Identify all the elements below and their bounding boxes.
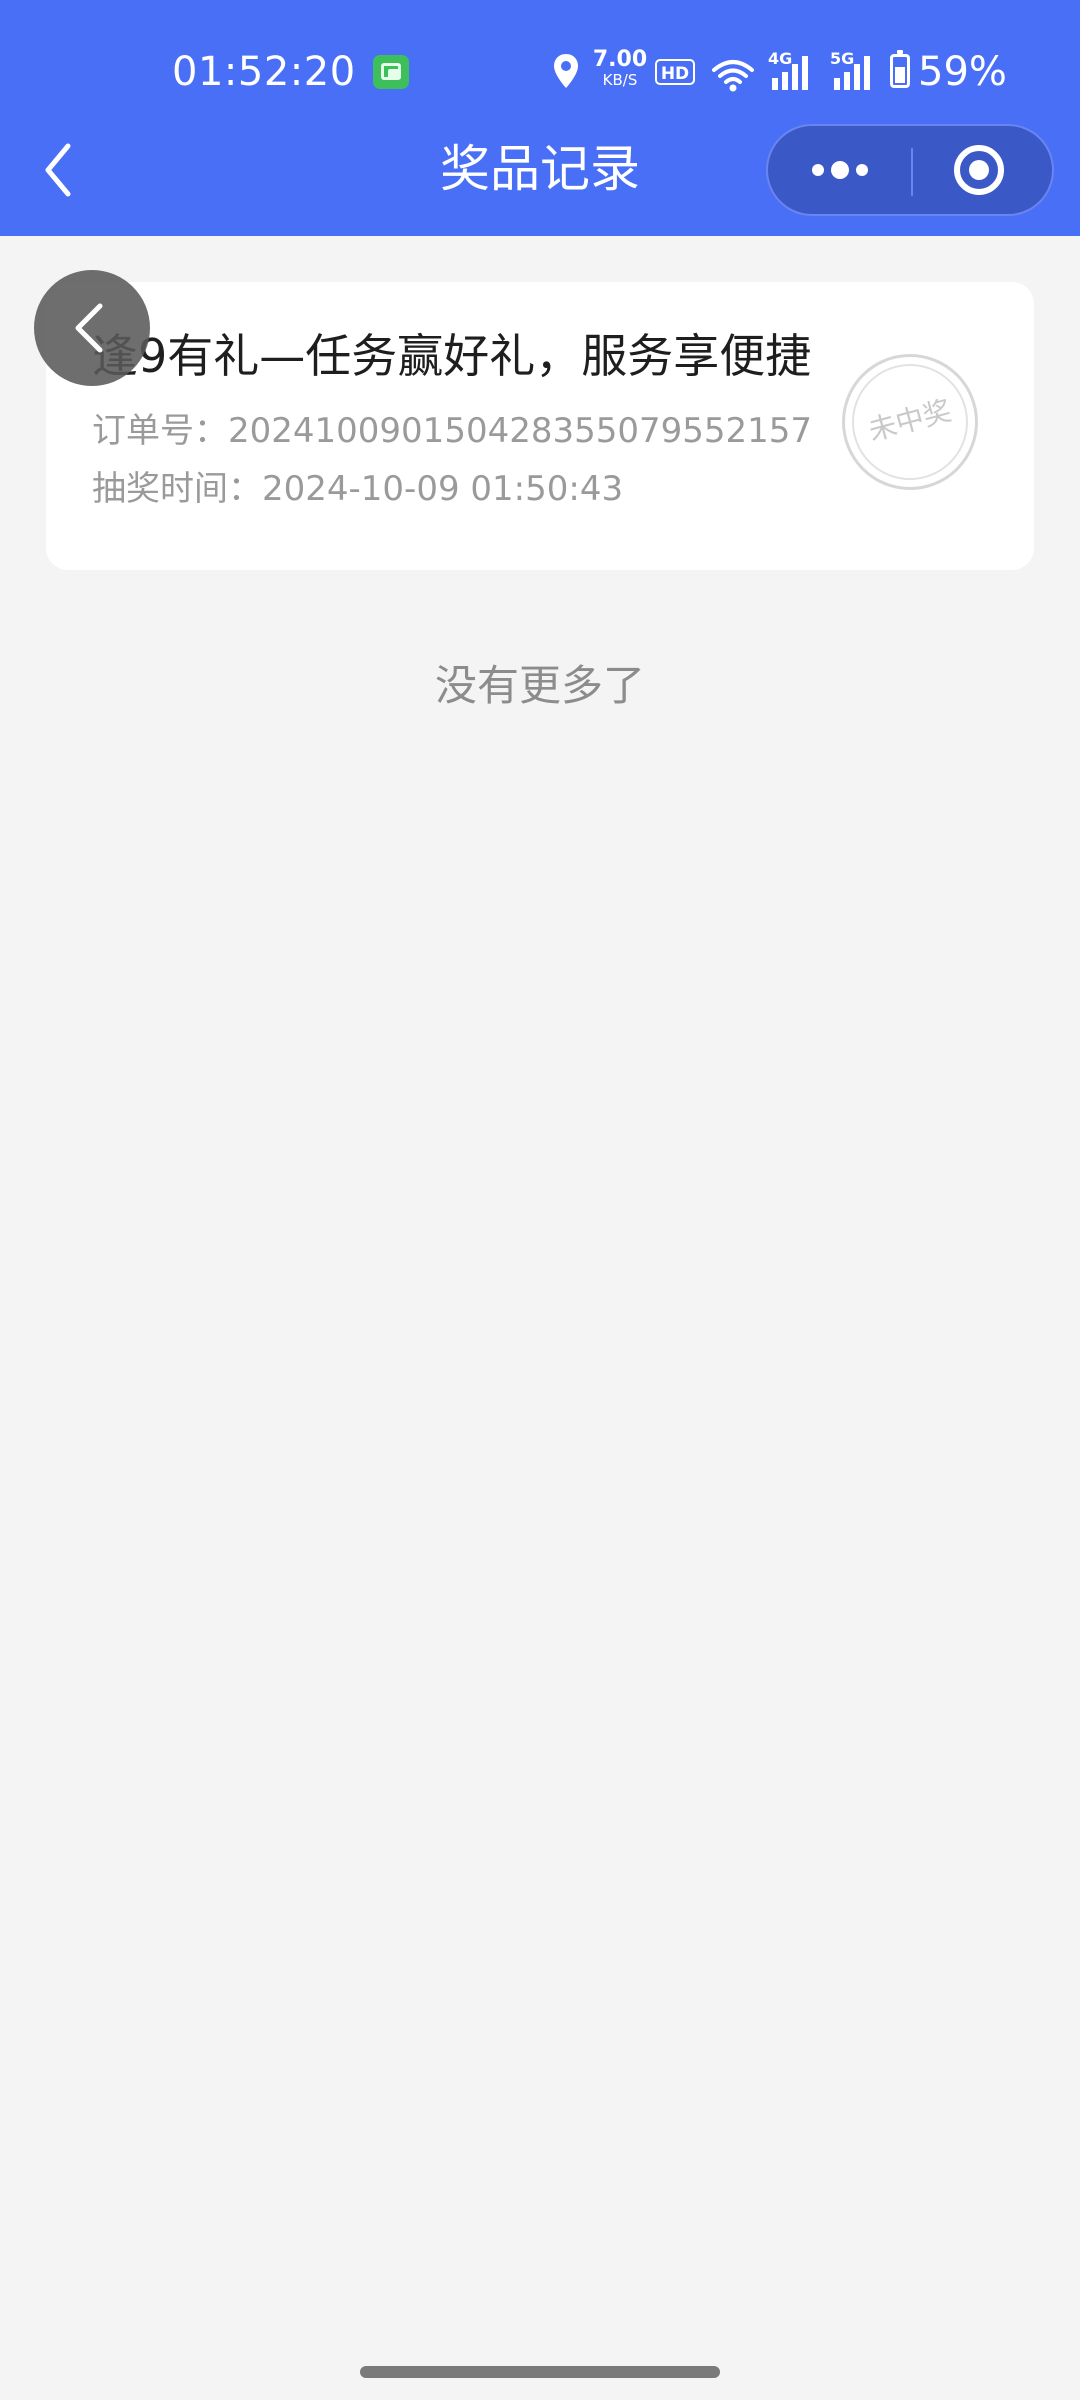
page-title: 奖品记录	[440, 140, 640, 198]
record-title: 逢9有礼—任务赢好礼，服务享便捷	[92, 329, 812, 383]
draw-time-value: 2024-10-09 01:50:43	[262, 469, 624, 509]
network-speed-unit: KB/S	[602, 71, 638, 89]
chevron-left-icon	[75, 303, 103, 353]
status-time: 01:52:20	[172, 49, 356, 95]
more-dots-icon	[812, 161, 868, 179]
no-more-text: 没有更多了	[434, 661, 645, 710]
not-won-stamp: 未中奖	[842, 354, 978, 490]
target-close-icon	[954, 145, 1004, 195]
floating-back-button[interactable]	[34, 270, 150, 386]
signal-4g-icon: 4G	[768, 49, 808, 90]
signal-4g-label: 4G	[768, 49, 792, 68]
battery-percent: 59%	[918, 49, 1007, 95]
location-icon	[554, 54, 578, 88]
chevron-left-icon	[45, 143, 71, 197]
back-button[interactable]	[36, 136, 84, 204]
network-speed-value: 7.00	[592, 47, 648, 72]
hd-voice-badge: HD	[655, 59, 695, 85]
app-header: 01:52:20 7.00 KB/S HD 4G 5G 59% 奖品记录	[0, 0, 1080, 236]
draw-time-label: 抽奖时间：	[92, 469, 262, 509]
network-speed: 7.00 KB/S	[592, 47, 648, 90]
miniprogram-capsule	[766, 124, 1054, 216]
message-notification-icon	[373, 55, 409, 89]
order-number-value: 202410090150428355079552157	[228, 411, 813, 451]
order-number-row: 订单号：202410090150428355079552157	[92, 408, 812, 454]
close-miniprogram-button[interactable]	[913, 126, 1052, 214]
wifi-icon	[712, 60, 754, 92]
more-button[interactable]	[768, 126, 911, 214]
signal-5g-icon: 5G	[830, 49, 870, 90]
battery-icon	[890, 50, 910, 88]
prize-record-card[interactable]: 逢9有礼—任务赢好礼，服务享便捷 订单号：2024100901504283550…	[46, 282, 1034, 570]
signal-5g-label: 5G	[830, 49, 854, 68]
draw-time-row: 抽奖时间：2024-10-09 01:50:43	[92, 466, 623, 512]
order-number-label: 订单号：	[92, 411, 228, 451]
stamp-text: 未中奖	[865, 393, 955, 448]
home-indicator[interactable]	[360, 2366, 720, 2378]
